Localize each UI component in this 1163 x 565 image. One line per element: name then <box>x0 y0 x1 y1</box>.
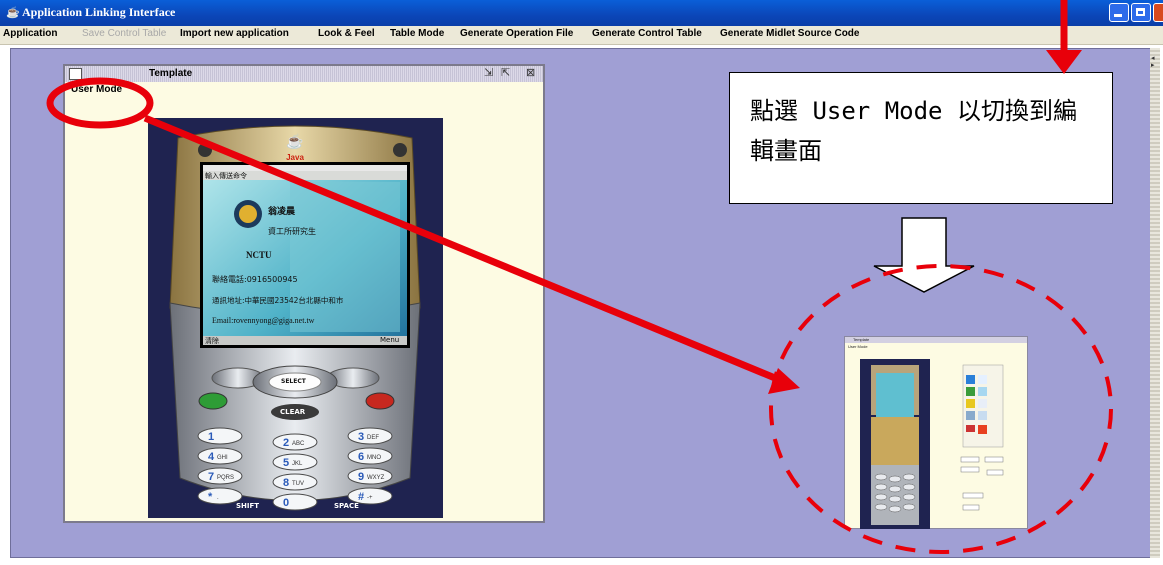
shift-label: SHIFT <box>236 502 260 510</box>
screen-org: NCTU <box>246 250 272 260</box>
menu-table-mode[interactable]: Table Mode <box>390 28 444 39</box>
key-digit: 2 <box>283 437 289 449</box>
key-digit: 0 <box>283 497 289 509</box>
key-4[interactable]: 4 GHI <box>197 447 243 465</box>
java-app-icon: ☕ <box>6 7 20 19</box>
key-letters: TUV <box>292 481 304 487</box>
phone-emulator: ☕ Java 1 2 ABC 3 DEF 4 GHI 5 JKL 6 MNO 7 PQRS 8 TUV 9 WX… <box>148 118 443 518</box>
menu-bar: Application Save Control Table Import ne… <box>0 26 1163 45</box>
restore-icon[interactable]: ⇲ <box>484 66 493 79</box>
key-digit: * <box>208 491 213 503</box>
key-letters: PQRS <box>217 475 234 481</box>
key-digit: 5 <box>283 457 289 469</box>
key-letters: WXYZ <box>367 475 385 481</box>
menu-import-new-application[interactable]: Import new application <box>180 28 289 39</box>
key-0[interactable]: 0 <box>272 493 318 511</box>
key-digit: 6 <box>358 451 364 463</box>
scroll-arrows-icon[interactable]: ◂ ▸ <box>1151 55 1155 69</box>
vertical-scrollbar[interactable] <box>1150 48 1160 558</box>
frame-title-bar[interactable]: Template ⇲ ⇱ ⊠ <box>65 66 543 82</box>
key-5[interactable]: 5 JKL <box>272 453 318 471</box>
template-internal-frame: Template ⇲ ⇱ ⊠ User Mode ☕ Java 1 2 ABC … <box>63 64 545 523</box>
menu-application[interactable]: Application <box>3 28 57 39</box>
user-mode-toggle[interactable]: User Mode <box>71 84 122 95</box>
close-button[interactable] <box>1153 3 1163 22</box>
close-icon[interactable]: ⊠ <box>526 66 535 79</box>
space-label: SPACE <box>334 502 359 510</box>
edit-mode-thumbnail: Template User Mode <box>844 336 1028 529</box>
menu-generate-control-table[interactable]: Generate Control Table <box>592 28 702 39</box>
screen-address: 通訊地址:中華民國23542台北縣中和市 <box>212 296 344 305</box>
screen-role: 資工所研究生 <box>268 227 316 236</box>
menu-generate-midlet-source-code[interactable]: Generate Midlet Source Code <box>720 28 859 39</box>
key-letters: MNO <box>367 455 381 461</box>
key-letters: DEF <box>367 435 379 441</box>
screen-header: 輸入傳送命令 <box>205 172 247 180</box>
speaker-right-icon <box>393 143 407 157</box>
screen-phone: 聯絡電話:0916500945 <box>212 275 298 284</box>
java-logo-icon: ☕ <box>286 132 303 150</box>
key-digit: 3 <box>358 431 364 443</box>
key-7[interactable]: 7 PQRS <box>197 467 243 485</box>
screen-name: 翁凌晨 <box>268 207 296 217</box>
key-digit: 8 <box>283 477 289 489</box>
maximize-button[interactable] <box>1131 3 1151 22</box>
key-digit: 4 <box>208 451 215 463</box>
java-brand: Java <box>286 153 304 162</box>
key-letters: ABC <box>292 441 305 447</box>
speaker-left-icon <box>198 143 212 157</box>
key-letters: GHI <box>217 455 228 461</box>
key-1[interactable]: 1 <box>197 427 243 445</box>
clear-key[interactable]: CLEAR <box>280 408 305 416</box>
key-3[interactable]: 3 DEF <box>347 427 393 445</box>
annotation-callout: 點選 User Mode 以切換到編輯畫面 <box>729 72 1113 204</box>
softkey-right[interactable]: Menu <box>380 336 399 344</box>
key-8[interactable]: 8 TUV <box>272 473 318 491</box>
menu-save-control-table[interactable]: Save Control Table <box>82 28 166 39</box>
key-letters: JKL <box>292 461 303 467</box>
key-digit: 7 <box>208 471 214 483</box>
annotation-callout-text: 點選 User Mode 以切換到編輯畫面 <box>750 97 1077 165</box>
key-digit: 1 <box>208 431 214 443</box>
key-2[interactable]: 2 ABC <box>272 433 318 451</box>
frame-icon <box>69 68 82 80</box>
key-9[interactable]: 9 WXYZ <box>347 467 393 485</box>
softkey-left[interactable]: 清除 <box>205 336 219 346</box>
thumbnail-graphic <box>860 359 1004 529</box>
key-letters: -+ <box>367 495 373 501</box>
key-digit: 9 <box>358 471 364 483</box>
screen-email: Email:rovennyong@giga.net.tw <box>212 316 315 325</box>
menu-generate-operation-file[interactable]: Generate Operation File <box>460 28 573 39</box>
maximize-icon[interactable]: ⇱ <box>501 66 510 79</box>
menu-look-and-feel[interactable]: Look & Feel <box>318 28 375 39</box>
key-6[interactable]: 6 MNO <box>347 447 393 465</box>
select-key[interactable]: SELECT <box>281 378 306 385</box>
window-title: Application Linking Interface <box>22 5 176 19</box>
title-bar: ☕ Application Linking Interface <box>0 0 1163 26</box>
keypad: 1 2 ABC3 DEF4 GHI 5 JKL6 MNO7 PQRS 8 TUV9 WXYZ*. 0 # -… <box>197 427 393 511</box>
minimize-button[interactable] <box>1109 3 1129 22</box>
frame-title: Template <box>149 68 193 79</box>
